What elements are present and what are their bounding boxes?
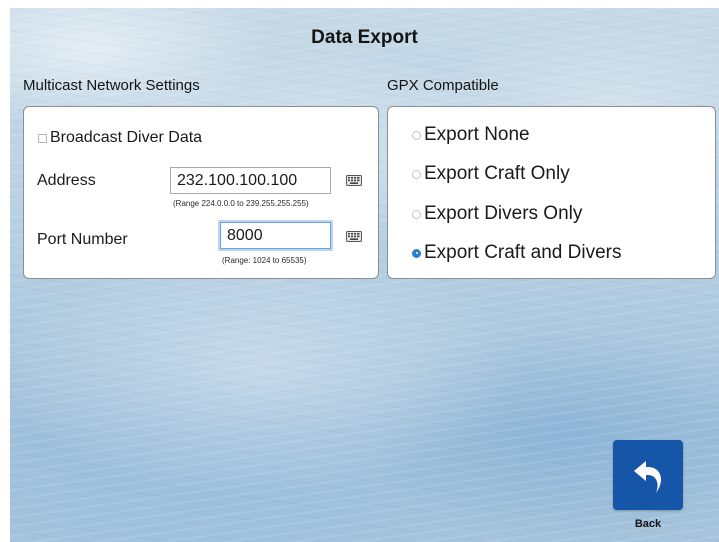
port-number-label: Port Number — [37, 231, 128, 248]
radio-button[interactable] — [412, 209, 421, 219]
data-export-screen: Data Export Multicast Network Settings G… — [10, 8, 719, 542]
back-button[interactable] — [613, 440, 683, 510]
back-label: Back — [634, 518, 662, 530]
export-divers-only-label: Export Divers Only — [424, 203, 583, 224]
keyboard-icon[interactable] — [346, 175, 362, 186]
address-range-hint: (Range 224.0.0.0 to 239.255.255.255) — [173, 199, 309, 208]
multicast-settings-panel: Broadcast Diver Data Address (Range 224.… — [23, 106, 379, 279]
export-craft-and-divers-option[interactable]: Export Craft and Divers — [412, 242, 621, 264]
keyboard-icon[interactable] — [346, 231, 362, 242]
broadcast-diver-data-checkbox[interactable]: Broadcast Diver Data — [38, 129, 202, 147]
export-none-label: Export None — [424, 124, 530, 145]
port-number-input[interactable] — [220, 222, 331, 249]
radio-button[interactable] — [412, 130, 421, 140]
page-title: Data Export — [311, 27, 418, 48]
back-arrow-icon — [634, 461, 662, 493]
port-range-hint: (Range: 1024 to 65535) — [222, 256, 307, 265]
export-craft-only-label: Export Craft Only — [424, 163, 570, 184]
multicast-section-header: Multicast Network Settings — [23, 77, 200, 94]
gpx-section-header: GPX Compatible — [387, 77, 499, 94]
radio-button[interactable] — [412, 169, 421, 179]
export-craft-only-option[interactable]: Export Craft Only — [412, 163, 570, 185]
export-divers-only-option[interactable]: Export Divers Only — [412, 203, 582, 225]
export-none-option[interactable]: Export None — [412, 124, 530, 146]
checkbox-box[interactable] — [38, 133, 47, 143]
address-label: Address — [37, 172, 96, 189]
address-input[interactable] — [170, 167, 331, 194]
export-craft-and-divers-label: Export Craft and Divers — [424, 242, 622, 263]
radio-button-selected[interactable] — [412, 248, 421, 258]
broadcast-diver-data-label: Broadcast Diver Data — [50, 129, 203, 146]
gpx-export-panel: Export None Export Craft Only Export Div… — [387, 106, 716, 279]
